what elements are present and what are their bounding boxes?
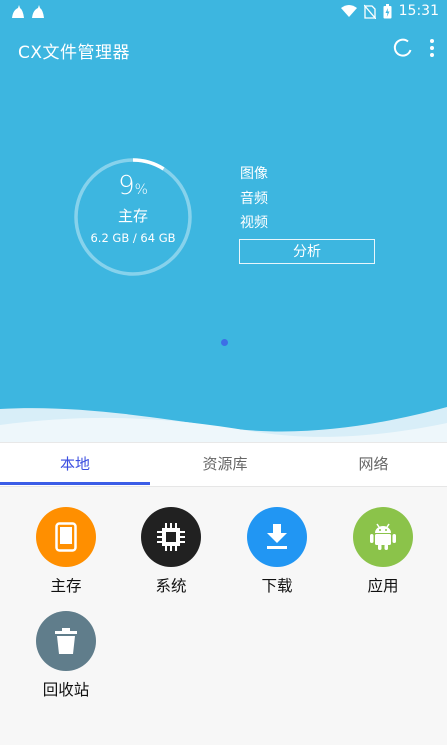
legend-item-video: 视频 <box>240 215 268 231</box>
media-legend: 图像 音频 视频 <box>240 162 268 236</box>
download-icon <box>267 524 287 549</box>
wifi-icon <box>340 5 357 17</box>
shortcut-download-circle <box>247 507 307 567</box>
shortcut-main-storage[interactable]: 主存 <box>21 507 111 596</box>
wave-decoration <box>0 407 447 445</box>
status-bar: 15:31 <box>0 0 447 26</box>
storage-percent: 9% <box>71 171 195 201</box>
page-indicator-dot <box>221 339 228 346</box>
battery-icon <box>383 3 392 18</box>
shortcut-recycle-bin[interactable]: 回收站 <box>21 611 111 700</box>
tab-network[interactable]: 网络 <box>300 443 447 486</box>
chip-icon <box>157 523 185 551</box>
shortcut-apps[interactable]: 应用 <box>338 507 428 596</box>
shortcut-main-storage-circle <box>36 507 96 567</box>
more-options-icon[interactable] <box>429 38 435 58</box>
storage-percent-sign: % <box>134 182 148 198</box>
legend-item-images: 图像 <box>240 166 268 182</box>
shortcut-system[interactable]: 系统 <box>126 507 216 596</box>
status-indicators: 15:31 <box>340 3 439 19</box>
status-time: 15:31 <box>398 3 439 19</box>
storage-label: 主存 <box>117 207 148 225</box>
refresh-icon[interactable] <box>393 38 413 58</box>
storage-size: 6.2 GB / 64 GB <box>90 231 176 245</box>
shortcut-system-label: 系统 <box>155 577 187 595</box>
trash-icon <box>55 628 77 654</box>
legend-item-audio: 音频 <box>240 190 268 207</box>
notification-app-icon <box>32 5 44 18</box>
shortcut-recycle-bin-label: 回收站 <box>42 681 90 699</box>
shortcut-main-storage-label: 主存 <box>50 577 82 595</box>
storage-hero: 15:31 CX文件管理器 9% 主存 6.2 GB / 64 GB 图像 音频… <box>0 0 447 445</box>
tablet-icon <box>55 522 77 552</box>
shortcut-system-circle <box>141 507 201 567</box>
notification-app-icon <box>12 5 24 18</box>
status-notifications <box>10 4 46 20</box>
no-sim-icon <box>363 4 376 19</box>
android-icon <box>370 523 396 550</box>
tab-bar: 本地 资源库 网络 <box>0 442 447 487</box>
shortcut-apps-circle <box>353 507 413 567</box>
tab-library[interactable]: 资源库 <box>150 443 300 486</box>
shortcut-apps-label: 应用 <box>367 577 399 595</box>
storage-summary: 9% 主存 6.2 GB / 64 GB <box>71 155 195 279</box>
app-title: CX文件管理器 <box>18 43 131 63</box>
shortcut-download-label: 下载 <box>261 577 293 595</box>
tab-local[interactable]: 本地 <box>0 443 150 486</box>
storage-percent-value: 9 <box>118 171 135 201</box>
shortcut-download[interactable]: 下载 <box>232 507 322 596</box>
app-bar-actions <box>393 38 435 58</box>
tab-indicator <box>0 482 150 485</box>
shortcut-recycle-bin-circle <box>36 611 96 671</box>
analyze-button[interactable]: 分析 <box>239 239 375 264</box>
